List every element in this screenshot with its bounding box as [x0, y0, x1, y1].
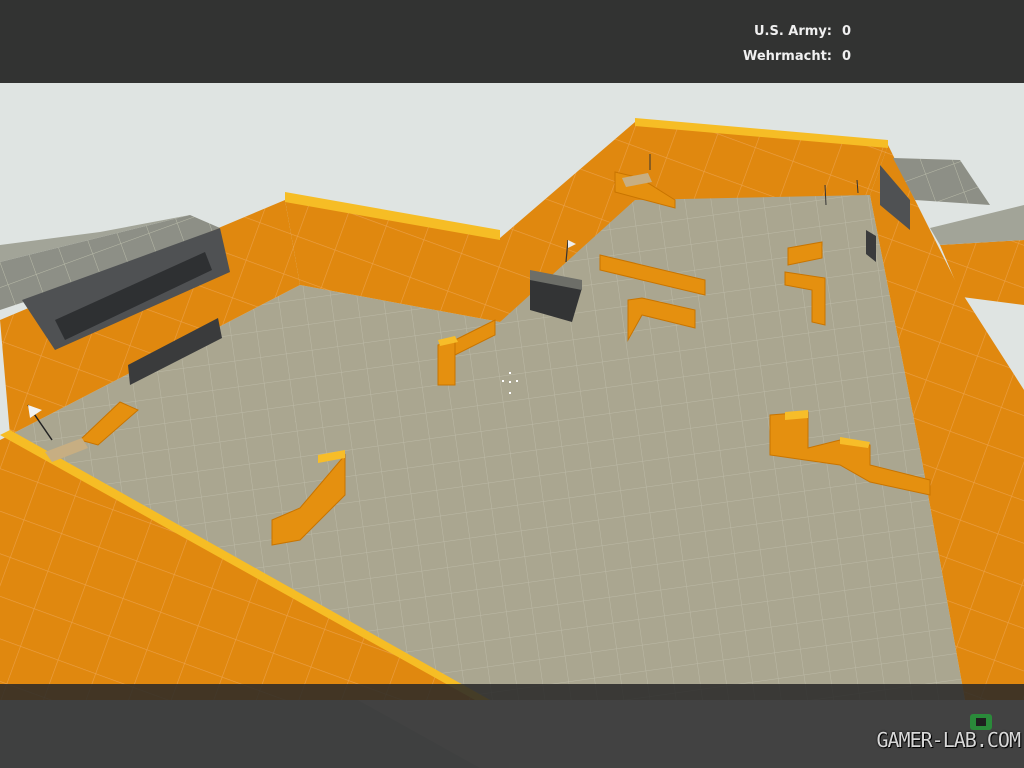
team-score-us-army: 0	[842, 24, 852, 39]
team-score-wehrmacht: 0	[842, 49, 852, 64]
crosshair-icon	[502, 372, 518, 394]
hud-bottom-bar	[0, 684, 1024, 768]
score-wehrmacht: Wehrmacht: 0	[743, 49, 854, 64]
watermark: GAMER-LAB.COM	[876, 728, 1021, 752]
team-name-us-army: U.S. Army:	[753, 24, 832, 39]
team-name-wehrmacht: Wehrmacht:	[742, 49, 832, 64]
score-us-army: U.S. Army: 0	[754, 24, 854, 39]
cover-wall-center-left	[437, 339, 456, 386]
hud-top-bar: U.S. Army: 0 Wehrmacht: 0	[0, 0, 1024, 83]
